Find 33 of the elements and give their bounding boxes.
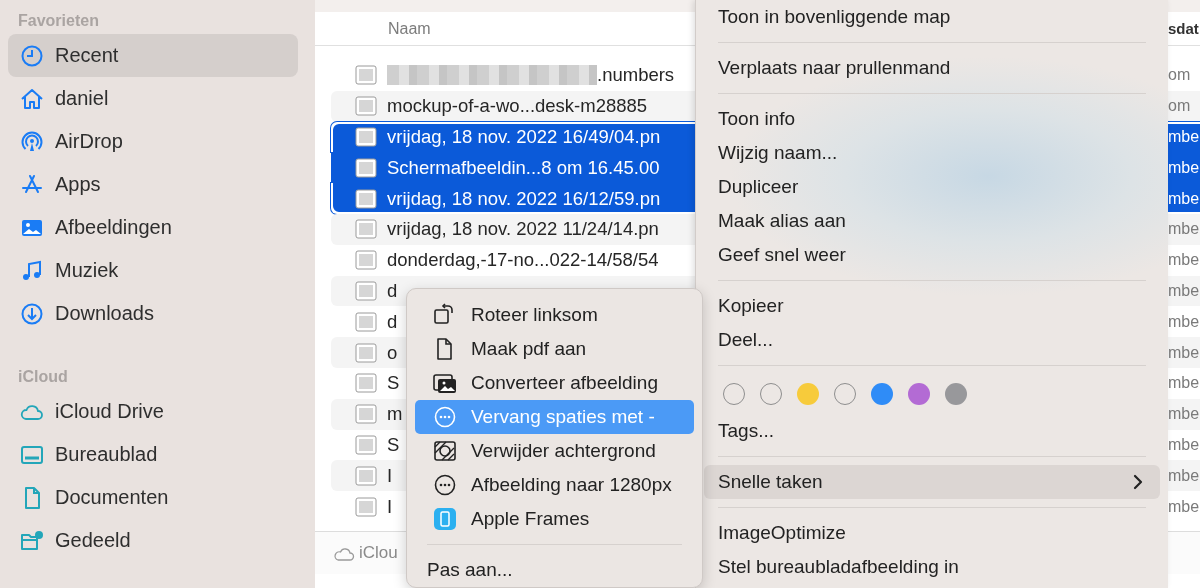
- sidebar-section-title: Favorieten: [17, 12, 100, 31]
- file-name: Schermafbeeldin...8 om 16.45.00: [387, 156, 660, 179]
- file-name: vrijdag, 18 nov. 2022 16/49/04.pn: [387, 126, 661, 148]
- file-name: d: [387, 310, 398, 333]
- file-name: .numbers: [597, 64, 675, 87]
- file-name: S: [387, 433, 400, 456]
- file-name: vrijdag, 18 nov. 2022 16/12/59.pn: [387, 187, 661, 210]
- file-name: mockup-of-a-wo...desk-m28885: [387, 95, 648, 118]
- date-text: mbe: [1167, 128, 1200, 146]
- date-text: mbe: [1167, 497, 1200, 516]
- sidebar-section-title: iCloud: [17, 368, 69, 387]
- file-name: o: [387, 341, 398, 364]
- date-text: mbe: [1167, 251, 1200, 270]
- date-text: mbe: [1167, 435, 1200, 454]
- file-name: I: [387, 464, 393, 487]
- file-name: m: [387, 403, 403, 426]
- date-text: mbe: [1167, 281, 1200, 300]
- date-text: mbe: [1167, 220, 1200, 239]
- file-name: d: [387, 279, 398, 302]
- file-name: S: [387, 372, 400, 395]
- status-path: iClou: [359, 543, 398, 563]
- date-text: mbe: [1167, 374, 1200, 393]
- date-text: mbe: [1167, 343, 1200, 362]
- file-name: vrijdag, 18 nov. 2022 11/24/14.pn: [387, 218, 659, 241]
- date-text: mbe: [1167, 158, 1200, 177]
- date-text: mbe: [1167, 189, 1200, 208]
- date-text: mbe: [1167, 466, 1200, 485]
- date-text: om: [1167, 66, 1192, 85]
- date-text: mbe: [1167, 312, 1200, 331]
- file-name: I: [387, 495, 393, 518]
- date-text: mbe: [1167, 405, 1200, 424]
- date-text: om: [1167, 97, 1192, 116]
- file-name: donderdag,-17-no...022-14/58/54: [387, 249, 659, 272]
